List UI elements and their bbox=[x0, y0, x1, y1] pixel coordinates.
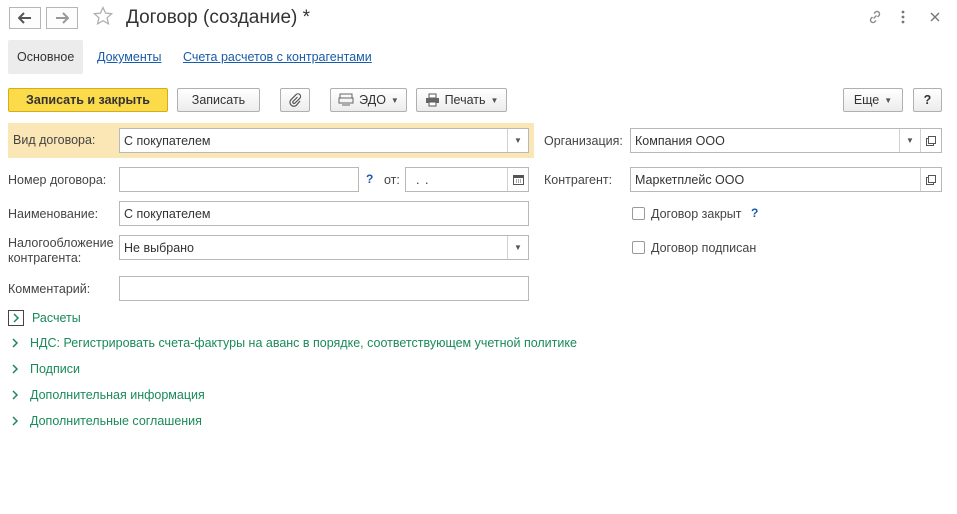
name-input[interactable]: С покупателем bbox=[119, 201, 529, 226]
tab-accounts-label: Счета расчетов с контрагентами bbox=[183, 50, 372, 64]
contract-closed-checkbox[interactable] bbox=[632, 207, 645, 220]
contract-type-select[interactable]: С покупателем ▼ bbox=[119, 128, 529, 153]
arrow-left-icon bbox=[18, 12, 31, 24]
more-button[interactable]: Еще ▼ bbox=[843, 88, 903, 112]
contract-number-input[interactable] bbox=[119, 167, 359, 192]
open-icon[interactable] bbox=[920, 129, 941, 152]
more-vertical-icon[interactable] bbox=[896, 8, 910, 26]
section-signatures-label: Подписи bbox=[30, 362, 80, 376]
section-settlements[interactable]: Расчеты bbox=[8, 310, 81, 326]
contract-type-value: С покупателем bbox=[124, 133, 211, 148]
counterparty-label: Контрагент: bbox=[544, 173, 613, 187]
close-icon[interactable] bbox=[926, 8, 944, 26]
tab-main[interactable]: Основное bbox=[8, 40, 84, 74]
link-icon[interactable] bbox=[866, 8, 884, 26]
save-and-close-label: Записать и закрыть bbox=[26, 93, 150, 107]
section-settlements-label: Расчеты bbox=[32, 311, 81, 325]
contract-closed-help-icon[interactable]: ? bbox=[751, 206, 758, 220]
chevron-down-icon: ▼ bbox=[390, 95, 399, 105]
date-from-label: от: bbox=[384, 173, 400, 187]
help-button[interactable]: ? bbox=[913, 88, 942, 112]
section-agreements[interactable]: Дополнительные соглашения bbox=[8, 414, 202, 428]
more-label: Еще bbox=[853, 93, 880, 107]
section-additional-info-label: Дополнительная информация bbox=[30, 388, 205, 402]
taxation-label-line1: Налогообложение bbox=[8, 236, 114, 250]
comment-input[interactable] bbox=[119, 276, 529, 301]
tab-accounts[interactable]: Счета расчетов с контрагентами bbox=[174, 40, 381, 74]
contract-signed-label: Договор подписан bbox=[651, 241, 757, 255]
organization-label: Организация: bbox=[544, 134, 623, 148]
taxation-value: Не выбрано bbox=[124, 240, 194, 255]
name-value: С покупателем bbox=[124, 206, 211, 221]
contract-type-label: Вид договора: bbox=[13, 133, 96, 147]
edo-icon bbox=[338, 93, 354, 106]
contract-date-value: . . bbox=[416, 172, 430, 187]
chevron-down-icon[interactable]: ▼ bbox=[507, 129, 528, 152]
printer-icon bbox=[425, 93, 439, 107]
contract-signed-checkbox[interactable] bbox=[632, 241, 645, 254]
section-vat[interactable]: НДС: Регистрировать счета-фактуры на ава… bbox=[8, 336, 577, 350]
favorite-star-icon[interactable] bbox=[92, 5, 114, 29]
chevron-right-icon bbox=[8, 414, 22, 428]
organization-value: Компания ООО bbox=[635, 133, 725, 148]
section-additional-info[interactable]: Дополнительная информация bbox=[8, 388, 205, 402]
chevron-down-icon: ▼ bbox=[490, 95, 499, 105]
contract-number-help-icon[interactable]: ? bbox=[366, 172, 373, 186]
section-agreements-label: Дополнительные соглашения bbox=[30, 414, 202, 428]
tab-main-label: Основное bbox=[17, 50, 75, 64]
chevron-right-icon bbox=[8, 336, 22, 350]
counterparty-input[interactable]: Маркетплейс ООО bbox=[630, 167, 942, 192]
name-label: Наименование: bbox=[8, 207, 99, 221]
contract-date-input[interactable]: . . bbox=[405, 167, 529, 192]
back-button[interactable] bbox=[9, 7, 41, 29]
page-title: Договор (создание) * bbox=[126, 7, 311, 28]
save-and-close-button[interactable]: Записать и закрыть bbox=[8, 88, 168, 112]
chevron-down-icon: ▼ bbox=[884, 95, 893, 105]
open-icon[interactable] bbox=[920, 168, 941, 191]
counterparty-value: Маркетплейс ООО bbox=[635, 172, 745, 187]
tab-documents-label: Документы bbox=[97, 50, 162, 64]
attach-button[interactable] bbox=[280, 88, 310, 112]
save-label: Записать bbox=[191, 93, 246, 107]
taxation-label-line2: контрагента: bbox=[8, 251, 82, 265]
edo-button[interactable]: ЭДО ▼ bbox=[330, 88, 407, 112]
section-signatures[interactable]: Подписи bbox=[8, 362, 80, 376]
chevron-right-icon bbox=[8, 362, 22, 376]
contract-number-label: Номер договора: bbox=[8, 173, 107, 187]
chevron-right-icon bbox=[8, 388, 22, 402]
chevron-down-icon[interactable]: ▼ bbox=[899, 129, 920, 152]
calendar-icon[interactable] bbox=[507, 168, 528, 191]
save-button[interactable]: Записать bbox=[177, 88, 260, 112]
contract-closed-label: Договор закрыт bbox=[651, 207, 742, 221]
section-vat-label: НДС: Регистрировать счета-фактуры на ава… bbox=[30, 336, 577, 350]
help-label: ? bbox=[923, 93, 932, 107]
chevron-right-icon bbox=[8, 310, 24, 326]
arrow-right-icon bbox=[56, 12, 69, 24]
forward-button[interactable] bbox=[46, 7, 78, 29]
print-button[interactable]: Печать ▼ bbox=[416, 88, 507, 112]
organization-select[interactable]: Компания ООО ▼ bbox=[630, 128, 942, 153]
chevron-down-icon[interactable]: ▼ bbox=[507, 236, 528, 259]
taxation-select[interactable]: Не выбрано ▼ bbox=[119, 235, 529, 260]
print-label: Печать bbox=[444, 93, 486, 107]
edo-label: ЭДО bbox=[359, 93, 386, 107]
tab-documents[interactable]: Документы bbox=[88, 40, 170, 74]
paperclip-icon bbox=[289, 93, 302, 107]
taxation-label: Налогообложение контрагента: bbox=[8, 236, 114, 266]
comment-label: Комментарий: bbox=[8, 282, 91, 296]
